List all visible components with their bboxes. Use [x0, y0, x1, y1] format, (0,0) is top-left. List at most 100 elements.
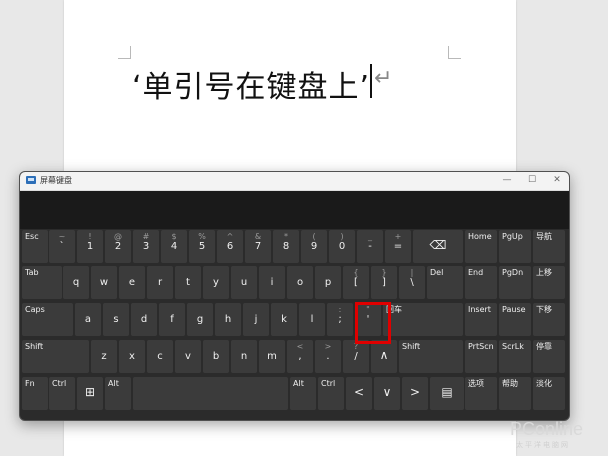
- key-equals[interactable]: + =: [385, 230, 411, 263]
- key-shift-char: $: [171, 232, 177, 241]
- key-pgdn[interactable]: PgDn: [499, 266, 531, 299]
- key-a[interactable]: a: [75, 303, 101, 336]
- key-win[interactable]: ⊞: [77, 377, 103, 410]
- key-ralt[interactable]: Alt: [290, 377, 316, 410]
- key-rbracket[interactable]: }]: [371, 266, 397, 299]
- key-o[interactable]: o: [287, 266, 313, 299]
- minimize-button[interactable]: —: [500, 174, 514, 187]
- key-semicolon[interactable]: :;: [327, 303, 353, 336]
- key-y[interactable]: y: [203, 266, 229, 299]
- key-char: g: [196, 314, 204, 325]
- key-k[interactable]: k: [271, 303, 297, 336]
- key-h[interactable]: h: [215, 303, 241, 336]
- key-insert[interactable]: Insert: [465, 303, 497, 336]
- key-shift-char: ): [340, 232, 344, 241]
- key-r[interactable]: r: [147, 266, 173, 299]
- key-p[interactable]: p: [315, 266, 341, 299]
- key-j[interactable]: j: [243, 303, 269, 336]
- key-6[interactable]: ^ 6: [217, 230, 243, 263]
- key-label: Caps: [25, 305, 45, 314]
- key-w[interactable]: w: [91, 266, 117, 299]
- key-end[interactable]: End: [465, 266, 497, 299]
- key-lshift[interactable]: Shift: [22, 340, 89, 373]
- key-q[interactable]: q: [63, 266, 89, 299]
- key-nav[interactable]: 导航: [533, 230, 565, 263]
- key-prtscn[interactable]: PrtScn: [465, 340, 497, 373]
- key-2[interactable]: @2: [105, 230, 131, 263]
- key-options[interactable]: 选项: [465, 377, 497, 410]
- key-shift-char: @: [114, 232, 122, 241]
- highlight-box-quote-key: [355, 302, 391, 344]
- key-i[interactable]: i: [259, 266, 285, 299]
- key-rightarrow[interactable]: >: [402, 377, 428, 410]
- key-c[interactable]: c: [147, 340, 173, 373]
- key-char: u: [240, 277, 248, 288]
- key-backspace[interactable]: ⌫: [413, 230, 463, 263]
- key-esc[interactable]: Esc: [22, 230, 48, 263]
- key-label: Alt: [108, 379, 119, 388]
- key-fade[interactable]: 淡化: [533, 377, 565, 410]
- key-9[interactable]: (9: [301, 230, 327, 263]
- key-space[interactable]: [133, 377, 288, 410]
- document-text[interactable]: ‘单引号在键盘上’: [132, 62, 370, 106]
- key-e[interactable]: e: [119, 266, 145, 299]
- key-fn[interactable]: Fn: [22, 377, 48, 410]
- margin-corner-top-left: [118, 46, 131, 59]
- key-7[interactable]: & 7: [245, 230, 271, 263]
- key-s[interactable]: s: [103, 303, 129, 336]
- key-caps[interactable]: Caps: [22, 303, 73, 336]
- key-1[interactable]: ! 1: [77, 230, 103, 263]
- key-char: v: [185, 351, 191, 362]
- key-label: Shift: [25, 342, 44, 351]
- key-t[interactable]: t: [175, 266, 201, 299]
- key-u[interactable]: u: [231, 266, 257, 299]
- key-m[interactable]: m: [259, 340, 285, 373]
- key-backslash[interactable]: | \: [399, 266, 425, 299]
- key-help[interactable]: 帮助: [499, 377, 531, 410]
- close-button[interactable]: ✕: [550, 174, 564, 187]
- key-uparrow[interactable]: ∧: [371, 340, 397, 373]
- key-leftarrow[interactable]: <: [346, 377, 372, 410]
- key-x[interactable]: x: [119, 340, 145, 373]
- key-movedown[interactable]: 下移: [533, 303, 565, 336]
- key-char: n: [240, 351, 248, 362]
- key-label: Alt: [293, 379, 304, 388]
- key-comma[interactable]: <,: [287, 340, 313, 373]
- key-3[interactable]: #3: [133, 230, 159, 263]
- key-g[interactable]: g: [187, 303, 213, 336]
- key-lalt[interactable]: Alt: [105, 377, 131, 410]
- key-home[interactable]: Home: [465, 230, 497, 263]
- key-l[interactable]: l: [299, 303, 325, 336]
- key-8[interactable]: * 8: [273, 230, 299, 263]
- key-pause[interactable]: Pause: [499, 303, 531, 336]
- key-dock[interactable]: 停靠: [533, 340, 565, 373]
- key-f[interactable]: f: [159, 303, 185, 336]
- key-downarrow[interactable]: ∨: [374, 377, 400, 410]
- key-slash[interactable]: ? /: [343, 340, 369, 373]
- key-minus[interactable]: _ -: [357, 230, 383, 263]
- key-del[interactable]: Del: [427, 266, 463, 299]
- window-title: 屏幕键盘: [40, 176, 72, 185]
- key-pgup[interactable]: PgUp: [499, 230, 531, 263]
- key-v[interactable]: v: [175, 340, 201, 373]
- key-0[interactable]: ) 0: [329, 230, 355, 263]
- key-enter[interactable]: 回车: [383, 303, 463, 336]
- key-menu[interactable]: ▤: [430, 377, 464, 410]
- key-period[interactable]: >.: [315, 340, 341, 373]
- key-scrlk[interactable]: ScrLk: [499, 340, 531, 373]
- key-4[interactable]: $4: [161, 230, 187, 263]
- key-rctrl[interactable]: Ctrl: [318, 377, 344, 410]
- title-bar[interactable]: 屏幕键盘 — ☐ ✕: [20, 172, 569, 191]
- key-5[interactable]: % 5: [189, 230, 215, 263]
- key-tab[interactable]: Tab: [22, 266, 62, 299]
- key-b[interactable]: b: [203, 340, 229, 373]
- key-rshift[interactable]: Shift: [399, 340, 463, 373]
- key-z[interactable]: z: [91, 340, 117, 373]
- key-moveup[interactable]: 上移: [533, 266, 565, 299]
- key-lbracket[interactable]: {[: [343, 266, 369, 299]
- maximize-button[interactable]: ☐: [525, 174, 539, 187]
- key-backtick[interactable]: ~ `: [49, 230, 75, 263]
- key-d[interactable]: d: [131, 303, 157, 336]
- key-lctrl[interactable]: Ctrl: [49, 377, 75, 410]
- key-n[interactable]: n: [231, 340, 257, 373]
